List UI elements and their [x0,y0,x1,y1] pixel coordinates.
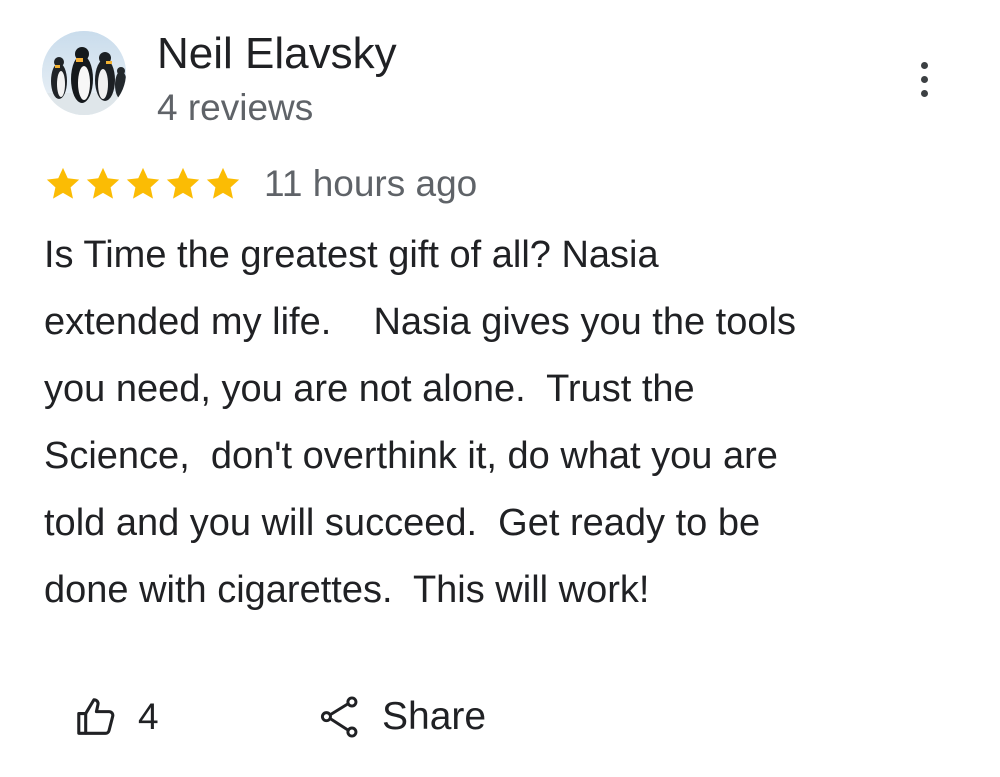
review-text-line: Is Time the greatest gift of all? Nasia [44,234,659,276]
share-label: Share [382,695,487,738]
more-vert-icon-dot-top [920,61,928,69]
like-count: 4 [138,696,159,737]
star-icon [206,167,240,199]
share-button[interactable]: Share [318,690,486,744]
star-rating [44,165,242,203]
review-text-line: extended my life. Nasia gives you the to… [44,301,796,343]
more-vert-icon-dot-middle [920,75,928,83]
like-button[interactable]: 4 [74,690,159,744]
thumbs-up-icon [77,698,115,735]
review-text-line: Science, don't overthink it, do what you… [44,435,778,477]
reviewer-review-count: 4 reviews [157,87,314,128]
review-text-line: done with cigarettes. This will work! [44,569,650,611]
star-icon [86,167,120,199]
star-icon [166,167,200,199]
star-icon [46,167,80,199]
star-icon [126,167,160,199]
review-text: Is Time the greatest gift of all? Nasia e… [44,222,974,624]
review-time: 11 hours ago [264,163,478,204]
review-card: Neil Elavsky 4 reviews 11 hours ago Is T… [0,0,1000,777]
penguins-avatar-image [42,31,126,115]
reviewer-avatar[interactable] [42,31,126,115]
review-text-line: told and you will succeed. Get ready to … [44,502,761,544]
more-options-button[interactable] [902,55,946,103]
rating-row: 11 hours ago [44,158,477,210]
review-text-line: you need, you are not alone. Trust the [44,368,695,410]
share-icon [320,696,358,738]
more-vert-icon-dot-bottom [920,89,928,97]
reviewer-name[interactable]: Neil Elavsky [157,26,397,82]
